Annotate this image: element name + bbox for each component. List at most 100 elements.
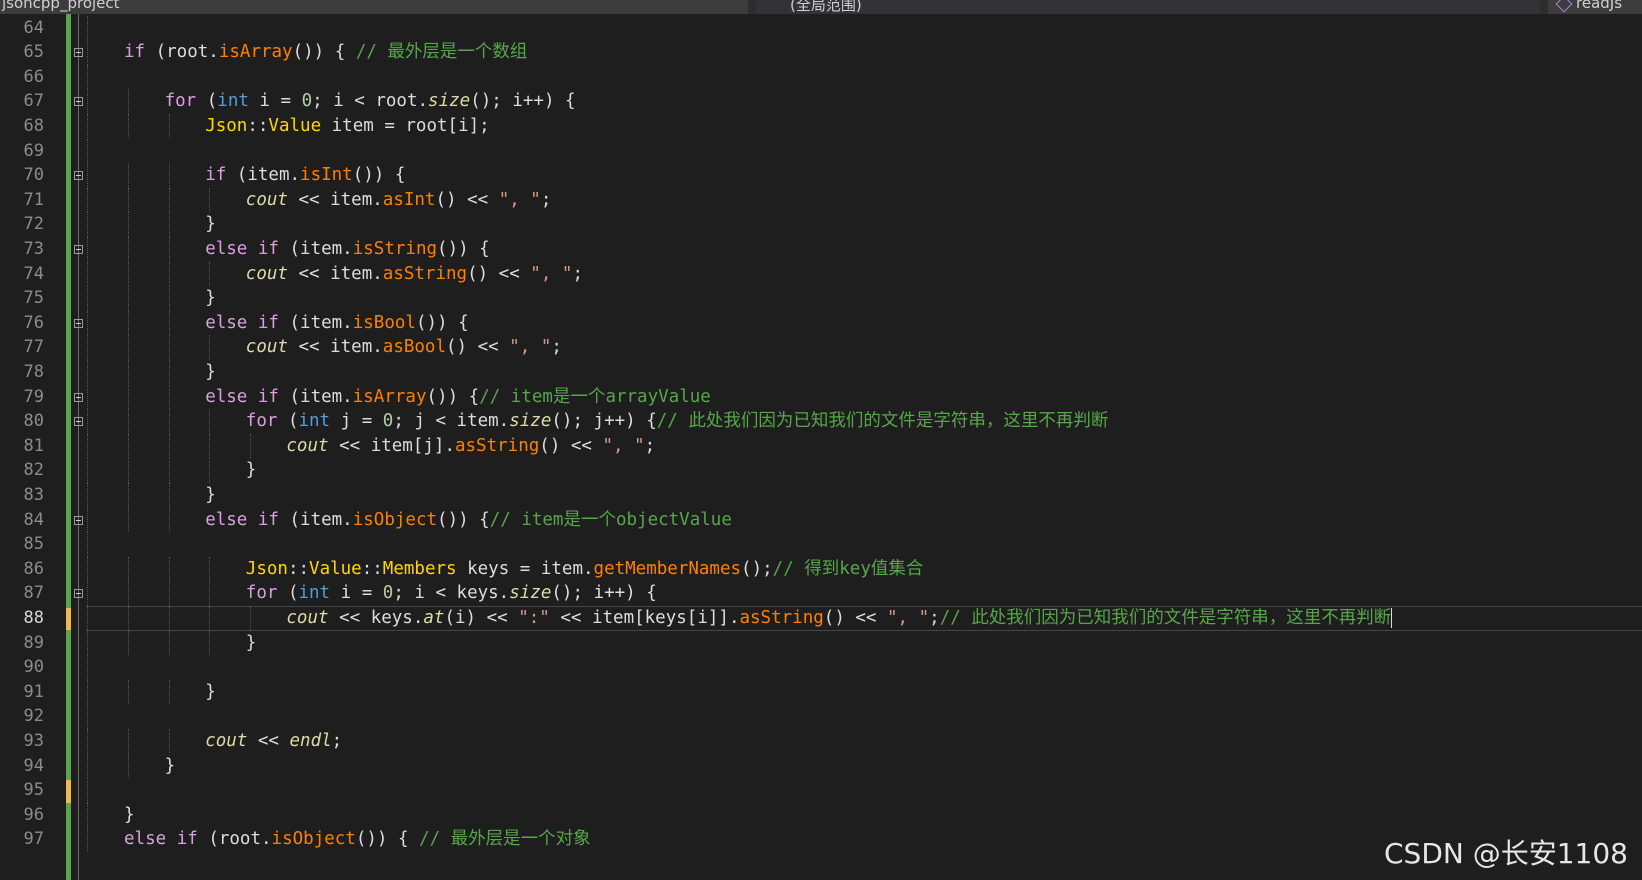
unsaved-change-marker xyxy=(66,607,71,631)
indent-guide xyxy=(87,212,88,237)
code-line[interactable]: 88 cout << keys.at(i) << ":" << item[keys… xyxy=(0,605,1642,632)
project-dropdown[interactable]: jsoncpp_project xyxy=(0,0,748,14)
code-line[interactable]: 67 for (int i = 0; i < root.size(); i++) … xyxy=(0,89,1642,115)
indent-guide xyxy=(209,433,211,459)
code-line[interactable]: 77 cout << item.asBool() << ", "; xyxy=(0,335,1642,361)
collapse-toggle-icon[interactable] xyxy=(74,417,83,427)
editor-navigation-bar: jsoncpp_project (全局范围) readJs xyxy=(0,0,1642,14)
code-line[interactable]: 78} xyxy=(0,359,1642,386)
indent-guide xyxy=(168,187,170,213)
code-line[interactable]: 95 xyxy=(0,778,1642,804)
indent-guide xyxy=(87,482,88,508)
code-line[interactable]: 72} xyxy=(0,212,1642,238)
line-number: 71 xyxy=(23,189,44,210)
scope-dropdown[interactable]: (全局范围) xyxy=(756,0,1540,14)
code-text: cout << endl; xyxy=(205,730,343,751)
code-line[interactable]: 66 xyxy=(0,64,1642,91)
indent-guide xyxy=(128,728,129,754)
code-line[interactable]: 82} xyxy=(0,458,1642,484)
indent-guide xyxy=(87,163,88,188)
code-line[interactable]: 64 xyxy=(0,15,1642,42)
indent-guide xyxy=(87,507,88,533)
code-line[interactable]: 94} xyxy=(0,753,1642,780)
code-text: for (int i = 0; i < root.size(); i++) { xyxy=(164,91,576,112)
code-line[interactable]: 80 for (int j = 0; j < item.size(); j++) … xyxy=(0,409,1642,435)
indent-guide xyxy=(168,236,170,262)
indent-guide xyxy=(168,359,170,385)
indent-guide xyxy=(168,261,170,287)
code-editor[interactable]: 64 65 if (root.isArray()) { // 最外层是一个数组 66 6… xyxy=(0,14,1642,880)
code-line[interactable]: 65 if (root.isArray()) { // 最外层是一个数组 xyxy=(0,40,1642,66)
line-number: 90 xyxy=(23,657,44,678)
code-text: cout << item[j].asString() << ", "; xyxy=(286,435,656,456)
member-name: readJs xyxy=(1576,0,1623,12)
collapse-toggle-icon[interactable] xyxy=(74,48,83,58)
code-line[interactable]: 71 cout << item.asInt() << ", "; xyxy=(0,187,1642,214)
line-number: 69 xyxy=(23,140,44,161)
code-line[interactable]: 76 else if (item.isBool()) { xyxy=(0,310,1642,337)
code-text: } xyxy=(205,214,216,235)
watermark: CSDN @长安1108 xyxy=(1384,837,1628,870)
code-line[interactable]: 70 if (item.isInt()) { xyxy=(0,163,1642,189)
code-line[interactable]: 69 xyxy=(0,138,1642,165)
code-text: else if (root.isObject()) { // 最外层是一个对象 xyxy=(124,829,591,850)
collapse-toggle-icon[interactable] xyxy=(74,97,83,107)
line-number: 88 xyxy=(23,607,44,628)
code-line[interactable]: 68 Json::Value item = root[i]; xyxy=(0,113,1642,140)
line-number: 85 xyxy=(23,534,44,555)
collapse-toggle-icon[interactable] xyxy=(74,171,83,181)
collapse-toggle-icon[interactable] xyxy=(74,392,83,402)
indent-guide xyxy=(128,113,129,139)
indent-guide xyxy=(128,163,129,188)
indent-guide xyxy=(168,409,170,434)
line-number: 96 xyxy=(23,804,44,825)
code-line[interactable]: 74 cout << item.asString() << ", "; xyxy=(0,261,1642,288)
collapse-toggle-icon[interactable] xyxy=(74,318,83,328)
indent-guide xyxy=(168,433,170,459)
indent-guide xyxy=(87,113,88,139)
scope-name: (全局范围) xyxy=(790,0,862,14)
code-text: else if (item.isArray()) {// item是一个arra… xyxy=(205,386,711,407)
code-line[interactable]: 93 cout << endl; xyxy=(0,728,1642,755)
line-number: 82 xyxy=(23,460,44,481)
collapse-toggle-icon[interactable] xyxy=(74,589,83,599)
code-line[interactable]: 85 xyxy=(0,532,1642,558)
code-line[interactable]: 79 else if (item.isArray()) {// item是一个ar… xyxy=(0,384,1642,411)
indent-guide xyxy=(87,40,88,65)
indent-guide xyxy=(87,335,88,360)
indent-guide xyxy=(249,605,251,631)
code-text: else if (item.isString()) { xyxy=(205,238,490,259)
indent-guide xyxy=(128,679,129,705)
unsaved-change-marker xyxy=(66,780,71,803)
indent-guide xyxy=(128,630,129,656)
code-line[interactable]: 89} xyxy=(0,630,1642,657)
indent-guide xyxy=(128,581,129,606)
line-number: 76 xyxy=(23,312,44,333)
indent-guide xyxy=(128,433,129,459)
indent-guide xyxy=(128,212,129,237)
code-line[interactable]: 83} xyxy=(0,482,1642,509)
code-line[interactable]: 87 for (int i = 0; i < keys.size(); i++) … xyxy=(0,581,1642,607)
code-line[interactable]: 96} xyxy=(0,802,1642,829)
code-line[interactable]: 75} xyxy=(0,286,1642,312)
code-line[interactable]: 92 xyxy=(0,704,1642,730)
code-line[interactable]: 73 else if (item.isString()) { xyxy=(0,236,1642,263)
text-caret xyxy=(1391,607,1393,628)
member-dropdown[interactable]: readJs xyxy=(1548,0,1642,14)
line-number: 77 xyxy=(23,337,44,358)
code-line[interactable]: 91} xyxy=(0,679,1642,706)
indent-guide xyxy=(209,261,211,287)
collapse-toggle-icon[interactable] xyxy=(74,515,83,525)
indent-guide xyxy=(168,310,170,336)
code-line[interactable]: 86 Json::Value::Members keys = item.getMe… xyxy=(0,556,1642,583)
collapse-toggle-icon[interactable] xyxy=(74,244,83,254)
code-text: else if (item.isBool()) { xyxy=(205,312,469,333)
line-number: 80 xyxy=(23,411,44,432)
line-number: 65 xyxy=(23,42,44,63)
indent-guide xyxy=(87,261,88,287)
line-number: 66 xyxy=(23,66,44,87)
indent-guide xyxy=(209,458,211,483)
code-line[interactable]: 81 cout << item[j].asString() << ", "; xyxy=(0,433,1642,460)
code-line[interactable]: 84 else if (item.isObject()) {// item是一个o… xyxy=(0,507,1642,534)
code-line[interactable]: 90 xyxy=(0,655,1642,681)
